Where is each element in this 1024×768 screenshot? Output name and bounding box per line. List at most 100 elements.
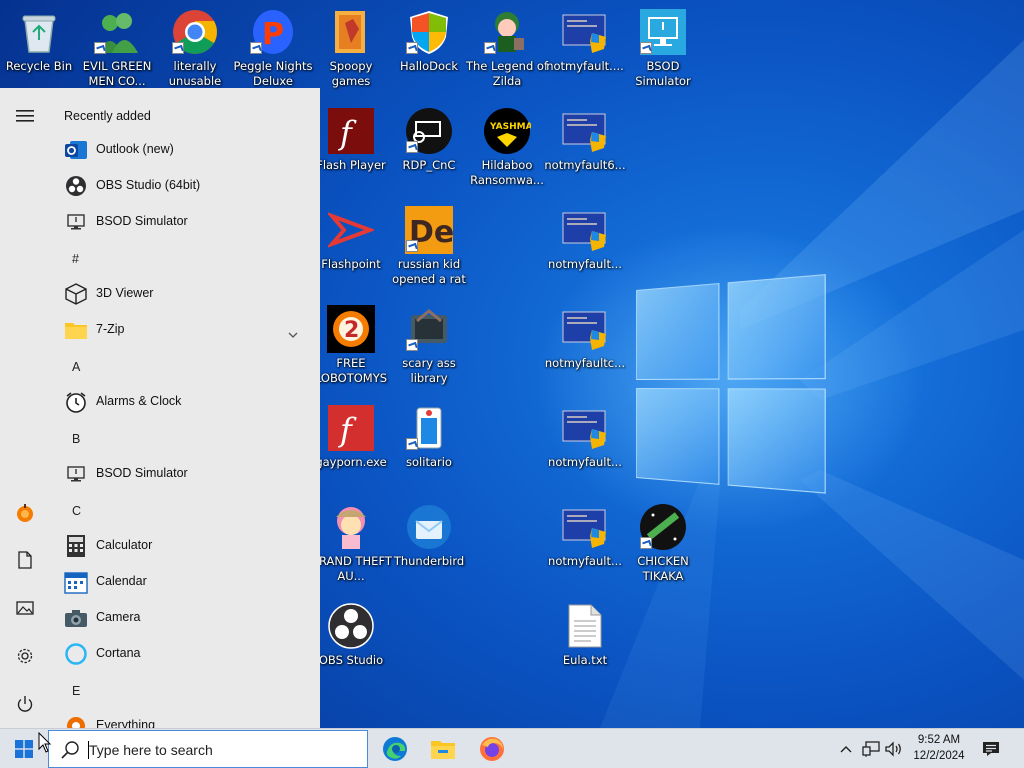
mouse-pointer-icon [38,732,52,753]
cortana-icon [64,642,88,666]
app-item-label: Outlook (new) [96,142,174,156]
search-placeholder: Type here to search [89,742,213,758]
clock-time: 9:52 AM [917,734,961,746]
app-item-everything[interactable]: Everything [60,709,310,728]
desktop-icon-thunderbird[interactable]: Thunderbird [391,497,467,589]
desktop-icon-gta-anime[interactable]: GRAND THEFT AU... [310,497,392,589]
pictures-icon[interactable] [8,591,42,625]
app-item-calendar[interactable]: Calendar [60,565,310,599]
power-icon[interactable] [8,687,42,721]
app-item-label: Cortana [96,646,141,660]
show-hidden-icons-chevron-up-icon[interactable] [836,739,856,759]
desktop-icon-solitario[interactable]: solitario [391,398,467,490]
app-item-label: Alarms & Clock [96,394,182,408]
app-list: Recently added Outlook (new) OBS Studio … [50,88,320,728]
svg-text:P: P [262,17,284,52]
desktop-icon-evil-green-men[interactable]: EVIL GREEN MEN CO... [79,2,155,94]
bsod-icon [64,210,88,234]
desktop-icon-russian-kid[interactable]: De russian kid opened a rat [391,200,467,292]
app-item-camera[interactable]: Camera [60,601,310,635]
notifications-icon[interactable] [981,739,1001,759]
desktop-icon-notmyfault-2[interactable]: notmyfault6... [544,101,626,193]
user-avatar-icon[interactable] [8,496,42,530]
desktop-icon-notmyfault-5[interactable]: notmyfault... [547,398,623,490]
desktop-icon-scary-library[interactable]: scary ass library [391,299,467,391]
desktop-icon-label: Hildaboo Ransomwa... [470,158,544,187]
app-item-label: 3D Viewer [96,286,154,300]
desktop-icon-notmyfault-1[interactable]: notmyfault.... [546,2,624,94]
desktop-icon-label: literally unusable [168,59,222,88]
desktop-icon-peggle[interactable]: P Peggle Nights Deluxe [233,2,313,94]
app-item-label: Calculator [96,538,153,552]
group-letter-e[interactable]: E [72,684,80,698]
start-rail [0,88,50,728]
desktop-icon-chicken-tikaka[interactable]: CHICKEN TIKAKA [625,497,701,589]
file-explorer-icon [431,741,455,759]
desktop-icon-flash-player[interactable]: f Flash Player [313,101,389,193]
desktop-icon-notmyfault-4[interactable]: notmyfaultc... [545,299,625,391]
search-icon [61,740,81,760]
taskbar-firefox[interactable] [468,729,516,768]
app-item-cortana[interactable]: Cortana [60,637,310,671]
desktop-icon-label: HalloDock [400,59,458,73]
settings-gear-icon[interactable] [8,639,42,673]
desktop-icon-bsod-simulator[interactable]: BSOD Simulator [625,2,701,94]
desktop-icon-label: notmyfault6... [544,158,626,172]
desktop-icon-eula-txt[interactable]: Eula.txt [547,596,623,688]
app-item-7-zip[interactable]: 7-Zip [60,313,310,347]
desktop-icon-label: Flashpoint [321,257,381,271]
app-item-label: 7-Zip [96,322,125,336]
desktop-icon-obs-studio[interactable]: OBS Studio [313,596,389,688]
network-icon[interactable] [861,739,881,759]
desktop-icon-chrome[interactable]: literally unusable [157,2,233,94]
desktop-icon-label: notmyfault.... [546,59,624,73]
app-item-bsod-simulator[interactable]: BSOD Simulator [60,205,310,239]
desktop-icon-label: solitario [406,455,452,469]
windows-logo-icon [15,740,33,758]
desktop-icon-spoopy-games[interactable]: Spoopy games [313,2,389,94]
search-input[interactable]: Type here to search [48,730,368,768]
volume-icon[interactable] [884,739,904,759]
app-item-obs-studio[interactable]: OBS Studio (64bit) [60,169,310,203]
svg-text:2: 2 [344,318,359,343]
desktop-icon-label: The Legend of Zilda [465,59,549,88]
desktop-icon-flash-exe[interactable]: f gayporn.exe [313,398,389,490]
group-letter-a[interactable]: A [72,360,80,374]
clock-date: 12/2/2024 [913,750,965,762]
desktop-icon-label: Eula.txt [562,653,608,667]
app-item-calculator[interactable]: Calculator [60,529,310,563]
recently-added-header: Recently added [64,109,151,123]
chevron-down-icon[interactable] [288,324,298,343]
desktop-icon-label: GRAND THEFT AU... [310,554,392,583]
desktop-icon-notmyfault-3[interactable]: notmyfault... [547,200,623,292]
app-item-label: BSOD Simulator [96,466,188,480]
desktop-icon-zilda[interactable]: The Legend of Zilda [466,2,548,94]
desktop-icon-hallodock[interactable]: HalloDock [391,2,467,94]
desktop-icon-label: FREE LOBOTOMYS [314,356,388,385]
app-item-outlook[interactable]: Outlook (new) [60,133,310,167]
app-item-label: BSOD Simulator [96,214,188,228]
app-item-3d-viewer[interactable]: 3D Viewer [60,277,310,311]
desktop-icon-label: Peggle Nights Deluxe [233,59,313,88]
group-letter-hash[interactable]: # [72,252,79,266]
clock[interactable]: 9:52 AM 12/2/2024 [906,732,972,764]
taskbar-edge[interactable] [371,729,419,768]
hamburger-menu-icon[interactable] [8,99,42,133]
desktop-icon-rdp-cnc[interactable]: RDP_CnC [391,101,467,193]
desktop-icon-notmyfault-6[interactable]: notmyfault... [547,497,623,589]
documents-icon[interactable] [8,543,42,577]
taskbar-file-explorer[interactable] [419,729,467,768]
desktop-icon-flashpoint[interactable]: Flashpoint [313,200,389,292]
group-letter-b[interactable]: B [72,432,80,446]
group-letter-c[interactable]: C [72,504,81,518]
desktop-icon-free-lobotomys[interactable]: 2 FREE LOBOTOMYS [313,299,389,391]
desktop-icon-hildaboo[interactable]: YASHMA Hildaboo Ransomwa... [469,101,545,193]
app-item-bsod-simulator-b[interactable]: BSOD Simulator [60,457,310,491]
app-item-label: Camera [96,610,141,624]
desktop-icon-label: notmyfault... [548,554,622,568]
desktop-icon-label: RDP_CnC [402,158,456,172]
desktop-icon-label: notmyfaultc... [544,356,626,370]
desktop-icon-recycle-bin[interactable]: Recycle Bin [1,2,77,94]
app-item-alarms-clock[interactable]: Alarms & Clock [60,385,310,419]
desktop-icon-label: OBS Studio [318,653,384,667]
